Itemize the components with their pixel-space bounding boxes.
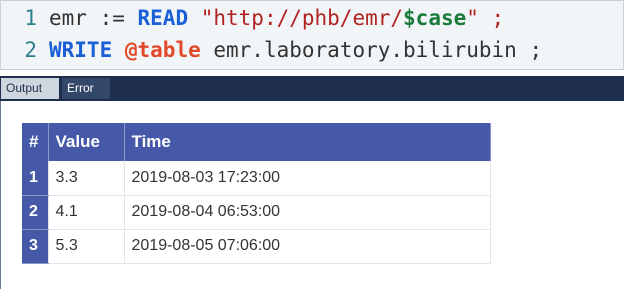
- cell-value: 4.1: [48, 195, 125, 230]
- string-literal-end: " ;: [466, 6, 505, 30]
- cell-value: 3.3: [48, 161, 125, 196]
- cell-value: 5.3: [48, 229, 125, 264]
- code-line-2[interactable]: 2 WRITE @table emr.laboratory.bilirubin ;: [1, 36, 542, 64]
- line-number: 1: [24, 6, 37, 30]
- line-number: 2: [24, 38, 37, 62]
- result-table: # Value Time 1 3.3 2019-08-03 17:23:00 2…: [22, 123, 491, 264]
- output-tab-bar: Output Error: [0, 76, 624, 101]
- column-header-time: Time: [124, 123, 491, 161]
- code-line-1[interactable]: 1 emr := READ "http://phb/emr/$case" ;: [1, 4, 504, 32]
- table-row: 3 5.3 2019-08-05 07:06:00: [22, 229, 491, 264]
- variable-case: $case: [403, 6, 467, 30]
- column-header-value: Value: [48, 123, 125, 161]
- directive-table: @table: [124, 38, 201, 62]
- table-row: 2 4.1 2019-08-04 06:53:00: [22, 195, 491, 230]
- output-panel: # Value Time 1 3.3 2019-08-03 17:23:00 2…: [0, 101, 624, 289]
- code-token: emr.laboratory.bilirubin ;: [200, 38, 543, 62]
- keyword-write: WRITE: [49, 38, 113, 62]
- table-header-row: # Value Time: [22, 123, 491, 161]
- string-literal: "http://phb/emr/: [188, 6, 404, 30]
- keyword-read: READ: [137, 6, 189, 30]
- cell-time: 2019-08-05 07:06:00: [124, 229, 491, 264]
- table-row: 1 3.3 2019-08-03 17:23:00: [22, 161, 491, 196]
- code-editor[interactable]: 1 emr := READ "http://phb/emr/$case" ; 2W…: [0, 0, 624, 70]
- row-index: 2: [22, 195, 49, 230]
- tab-error[interactable]: Error: [62, 78, 110, 99]
- row-index: 3: [22, 229, 49, 264]
- column-header-index: #: [22, 123, 49, 161]
- code-token: emr :=: [49, 6, 138, 30]
- tab-output[interactable]: Output: [1, 78, 59, 99]
- cell-time: 2019-08-04 06:53:00: [124, 195, 491, 230]
- row-index: 1: [22, 161, 49, 196]
- cell-time: 2019-08-03 17:23:00: [124, 161, 491, 196]
